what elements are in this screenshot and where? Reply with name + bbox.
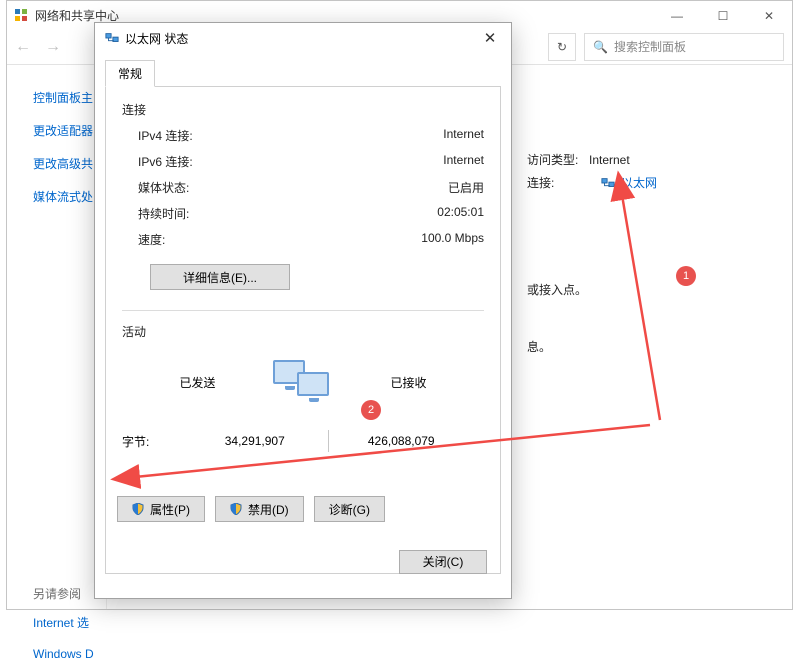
duration-label: 持续时间: <box>138 205 189 222</box>
refresh-button[interactable]: ↻ <box>548 33 576 61</box>
nav-arrows: ← → <box>15 38 61 56</box>
see-also-internet[interactable]: Internet 选 <box>33 614 106 631</box>
group-activity: 活动 <box>122 323 484 340</box>
activity-labels: 已发送 已接收 <box>132 360 474 404</box>
bottom-buttons: 属性(P) 禁用(D) 诊断(G) <box>117 496 385 522</box>
sent-label: 已发送 <box>132 374 263 391</box>
dialog-titlebar: 以太网 状态 ✕ <box>95 23 511 53</box>
back-icon[interactable]: ← <box>15 38 31 56</box>
search-placeholder: 搜索控制面板 <box>614 38 686 55</box>
separator <box>122 310 484 311</box>
details-button[interactable]: 详细信息(E)... <box>150 264 290 290</box>
activity-icon <box>273 360 333 404</box>
row-speed: 速度: 100.0 Mbps <box>138 231 484 248</box>
ipv4-label: IPv4 连接: <box>138 127 193 144</box>
ethernet-status-dialog: 以太网 状态 ✕ 常规 连接 IPv4 连接: Internet IPv6 连接:… <box>94 22 512 599</box>
properties-label: 属性(P) <box>150 501 190 518</box>
row-ipv6: IPv6 连接: Internet <box>138 153 484 170</box>
search-icon: 🔍 <box>593 40 608 54</box>
network-center-icon <box>13 7 29 23</box>
tabstrip: 常规 <box>95 53 511 86</box>
ipv4-value: Internet <box>443 127 484 144</box>
ethernet-icon <box>601 176 615 190</box>
properties-button[interactable]: 属性(P) <box>117 496 205 522</box>
disable-button[interactable]: 禁用(D) <box>215 496 304 522</box>
forward-icon[interactable]: → <box>45 38 61 56</box>
sidebar: 控制面板主 更改适配器 更改高级共 媒体流式处 另请参阅 Internet 选 … <box>7 71 107 609</box>
row-duration: 持续时间: 02:05:01 <box>138 205 484 222</box>
search-input[interactable]: 🔍 搜索控制面板 <box>584 33 784 61</box>
speed-label: 速度: <box>138 231 165 248</box>
media-label: 媒体状态: <box>138 179 189 196</box>
minimize-button[interactable]: — <box>654 1 700 29</box>
ethernet-link[interactable]: 以太网 <box>621 174 657 191</box>
close-button[interactable]: 关闭(C) <box>399 550 487 574</box>
dialog-close-icon[interactable]: ✕ <box>475 23 505 53</box>
bytes-received: 426,088,079 <box>329 434 475 448</box>
ipv6-label: IPv6 连接: <box>138 153 193 170</box>
shield-icon <box>230 503 242 515</box>
bg-window-controls: — ☐ ✕ <box>654 1 792 29</box>
hint-text-2: 息。 <box>527 338 792 355</box>
ethernet-small-icon <box>105 31 119 45</box>
dialog-title: 以太网 状态 <box>125 30 188 47</box>
bytes-row: 字节: 34,291,907 426,088,079 <box>122 430 474 452</box>
diagnose-label: 诊断(G) <box>329 501 370 518</box>
shield-icon <box>132 503 144 515</box>
connection-row: 连接: 以太网 <box>527 174 792 191</box>
ipv6-value: Internet <box>443 153 484 170</box>
hint-text-1: 或接入点。 <box>527 281 792 298</box>
diagnose-button[interactable]: 诊断(G) <box>314 496 385 522</box>
conn-label: 连接: <box>527 174 589 191</box>
bg-title: 网络和共享中心 <box>35 7 119 24</box>
received-label: 已接收 <box>343 374 474 391</box>
row-ipv4: IPv4 连接: Internet <box>138 127 484 144</box>
row-media: 媒体状态: 已启用 <box>138 179 484 196</box>
access-value: Internet <box>589 153 630 167</box>
bytes-sent: 34,291,907 <box>182 434 328 448</box>
bytes-label: 字节: <box>122 433 182 450</box>
access-label: 访问类型: <box>527 151 589 168</box>
media-value: 已启用 <box>448 179 484 196</box>
duration-value: 02:05:01 <box>437 205 484 222</box>
disable-label: 禁用(D) <box>248 501 289 518</box>
close-window-button[interactable]: ✕ <box>746 1 792 29</box>
speed-value: 100.0 Mbps <box>421 231 484 248</box>
maximize-button[interactable]: ☐ <box>700 1 746 29</box>
group-connection: 连接 <box>122 101 484 118</box>
tab-general[interactable]: 常规 <box>105 60 155 87</box>
see-also-windows[interactable]: Windows D <box>33 647 106 661</box>
access-row: 访问类型: Internet <box>527 151 792 168</box>
